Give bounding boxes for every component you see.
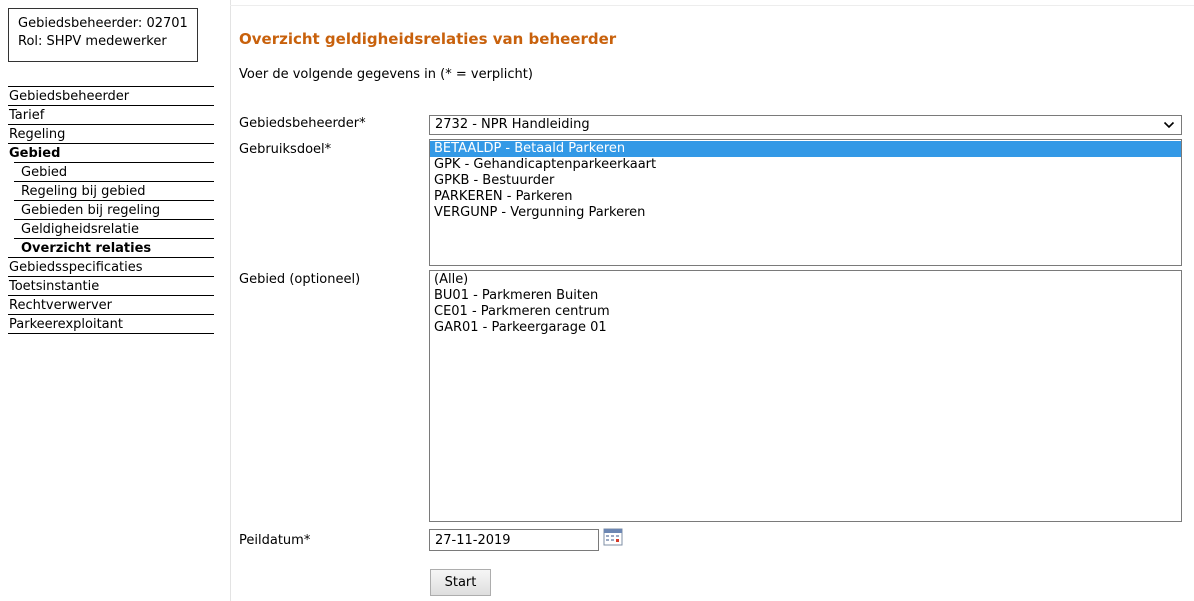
gebied-label: Gebied (optioneel) [239,272,361,287]
content-divider [230,0,231,601]
sidebar-item-gebiedsspecificaties[interactable]: Gebiedsspecificaties [8,257,214,276]
calendar-icon[interactable] [603,528,623,546]
page-title: Overzicht geldigheidsrelaties van beheer… [239,30,617,48]
sidebar-item-gebied[interactable]: Gebied [8,143,214,162]
gebruiksdoel-listbox[interactable]: BETAALDP - Betaald Parkeren GPK - Gehandi… [429,139,1182,266]
sidebar-item-toetsinstantie[interactable]: Toetsinstantie [8,276,214,295]
beheerder-select[interactable]: 2732 - NPR Handleiding [429,115,1182,135]
sidebar-item-gebiedsbeheerder[interactable]: Gebiedsbeheerder [8,86,214,105]
user-info-box: Gebiedsbeheerder: 02701 Rol: SHPV medewe… [8,8,198,62]
gebruiksdoel-option[interactable]: GPKB - Bestuurder [430,173,1181,189]
intro-text: Voer de volgende gegevens in (* = verpli… [239,67,533,82]
sidebar-item-geldigheidsrelatie-sub[interactable]: Geldigheidsrelatie [14,219,214,238]
gebied-option[interactable]: (Alle) [430,272,1181,288]
gebruiksdoel-option[interactable]: VERGUNP - Vergunning Parkeren [430,205,1181,221]
gebied-listbox[interactable]: (Alle) BU01 - Parkmeren Buiten CE01 - Park… [429,270,1182,522]
sidebar-item-gebied-sub[interactable]: Gebied [14,162,214,181]
user-beheerder-text: Gebiedsbeheerder: 02701 [18,16,188,31]
gebied-option[interactable]: CE01 - Parkmeren centrum [430,304,1181,320]
beheerder-select-value: 2732 - NPR Handleiding [435,117,590,132]
user-role-text: Rol: SHPV medewerker [18,34,167,49]
sidebar-item-regeling[interactable]: Regeling [8,124,214,143]
peildatum-input[interactable] [429,529,599,551]
sidebar-item-gebieden-bij-regeling-sub[interactable]: Gebieden bij regeling [14,200,214,219]
peildatum-label: Peildatum* [239,533,311,548]
sidebar-item-rechtverwerver[interactable]: Rechtverwerver [8,295,214,314]
gebruiksdoel-option[interactable]: PARKEREN - Parkeren [430,189,1181,205]
beheerder-label: Gebiedsbeheerder* [239,116,366,131]
gebied-option[interactable]: BU01 - Parkmeren Buiten [430,288,1181,304]
gebruiksdoel-label: Gebruiksdoel* [239,142,332,157]
start-button[interactable]: Start [430,569,491,596]
gebied-option[interactable]: GAR01 - Parkeergarage 01 [430,320,1181,336]
sidebar-item-tarief[interactable]: Tarief [8,105,214,124]
chevron-down-icon [1163,116,1175,140]
gebruiksdoel-option[interactable]: BETAALDP - Betaald Parkeren [430,141,1181,157]
sidebar-item-overzicht-relaties-sub[interactable]: Overzicht relaties [14,238,214,257]
gebruiksdoel-option[interactable]: GPK - Gehandicaptenparkeerkaart [430,157,1181,173]
side-navigation: Gebiedsbeheerder Tarief Regeling Gebied Gebi… [8,86,214,334]
sidebar-item-regeling-bij-gebied-sub[interactable]: Regeling bij gebied [14,181,214,200]
sidebar-item-parkeerexploitant[interactable]: Parkeerexploitant [8,314,214,334]
content-top-border [230,5,1194,6]
